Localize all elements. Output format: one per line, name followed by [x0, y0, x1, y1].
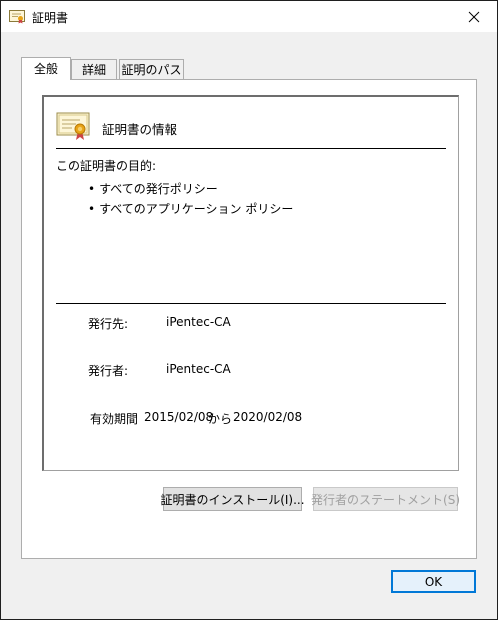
list-item: すべての発行ポリシー — [88, 179, 293, 199]
heading-divider — [56, 148, 446, 149]
ok-button[interactable]: OK — [391, 570, 476, 593]
certificate-icon — [9, 10, 25, 24]
issued-to-label: 発行先: — [88, 317, 129, 331]
validity-separator: から — [208, 412, 233, 426]
validity-label: 有効期間 — [90, 412, 139, 426]
issued-to-value: iPentec-CA — [166, 315, 231, 329]
tab-certification-path[interactable]: 証明のパス — [119, 59, 184, 79]
certificate-dialog: 証明書 全般 詳細 証明のパス 証明書の情報 この証明書の目的: • すべての発… — [0, 0, 498, 620]
issued-by-value: iPentec-CA — [166, 362, 231, 376]
close-icon — [468, 11, 480, 22]
purpose-title: この証明書の目的: — [56, 159, 157, 173]
tab-details[interactable]: 詳細 — [71, 59, 117, 79]
valid-to: 2020/02/08 — [233, 410, 303, 424]
close-button[interactable] — [451, 1, 497, 32]
install-certificate-button[interactable]: 証明書のインストール(I)... — [160, 487, 305, 511]
purpose-list: すべての発行ポリシー すべてのアプリケーション ポリシー — [88, 179, 293, 219]
valid-from: 2015/02/08 — [144, 410, 214, 424]
certificate-info-heading: 証明書の情報 — [102, 122, 178, 137]
certificate-info-box: 証明書の情報 この証明書の目的: すべての発行ポリシー すべてのアプリケーション… — [42, 95, 459, 471]
list-item: すべてのアプリケーション ポリシー — [88, 199, 293, 219]
general-tab-panel: 証明書の情報 この証明書の目的: すべての発行ポリシー すべてのアプリケーション… — [21, 79, 477, 559]
certificate-ribbon-icon — [56, 111, 90, 141]
window-title: 証明書 — [32, 11, 69, 25]
issuer-statement-button[interactable]: 発行者のステートメント(S) — [311, 487, 460, 511]
purpose-divider — [56, 303, 446, 304]
title-bar: 証明書 — [1, 1, 497, 32]
issued-by-label: 発行者: — [88, 364, 129, 378]
tab-general[interactable]: 全般 — [21, 57, 71, 80]
